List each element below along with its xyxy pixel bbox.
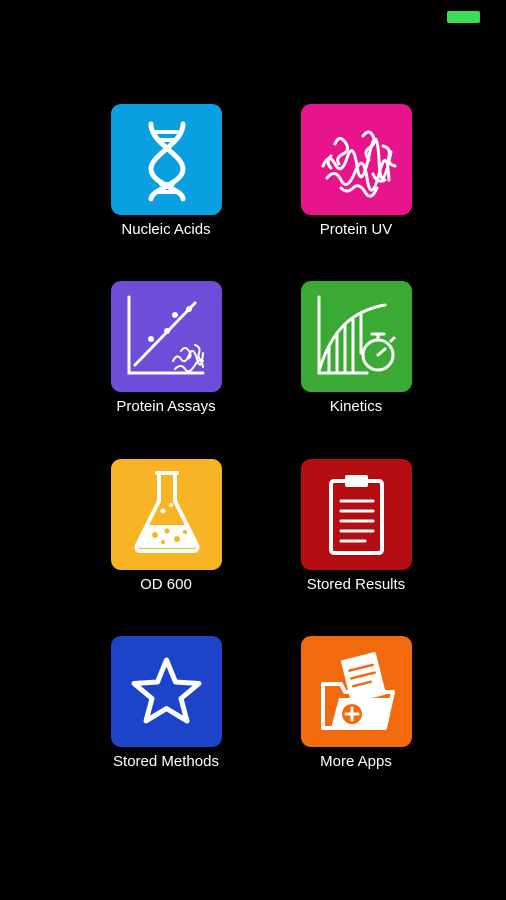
star-icon — [111, 636, 222, 747]
clipboard-icon — [301, 459, 412, 570]
app-label: Protein Assays — [116, 398, 216, 415]
app-label: Stored Methods — [113, 753, 219, 770]
app-grid: Nucleic Acids Protein UV Protein Assays … — [0, 0, 506, 900]
app-protein-assays[interactable]: Protein Assays — [86, 281, 246, 431]
app-label: Stored Results — [306, 576, 406, 593]
protein-icon — [301, 104, 412, 215]
app-protein-uv[interactable]: Protein UV — [276, 104, 436, 254]
flask-icon — [111, 459, 222, 570]
app-label: Protein UV — [319, 221, 393, 238]
kinetics-stopwatch-icon — [301, 281, 412, 392]
folder-plus-icon — [301, 636, 412, 747]
dna-icon — [111, 104, 222, 215]
app-more-apps[interactable]: More Apps — [276, 636, 436, 786]
app-label: OD 600 — [140, 576, 192, 593]
standard-curve-icon — [111, 281, 222, 392]
app-label: Kinetics — [329, 398, 383, 415]
app-label: More Apps — [320, 753, 392, 770]
app-kinetics[interactable]: Kinetics — [276, 281, 436, 431]
app-label: Nucleic Acids — [121, 221, 211, 238]
app-od-600[interactable]: OD 600 — [86, 459, 246, 609]
app-nucleic-acids[interactable]: Nucleic Acids — [86, 104, 246, 254]
app-stored-methods[interactable]: Stored Methods — [86, 636, 246, 786]
app-stored-results[interactable]: Stored Results — [276, 459, 436, 609]
